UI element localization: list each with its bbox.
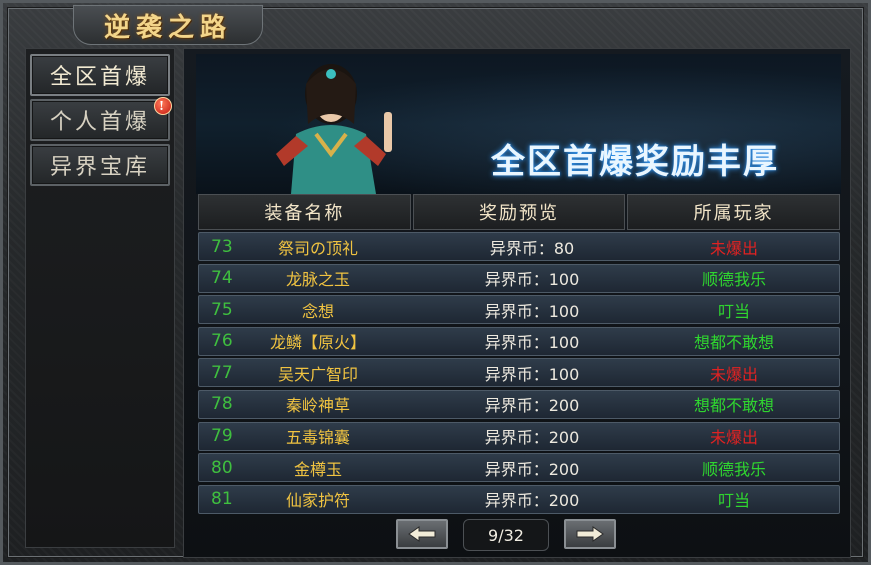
sidebar-item-server-first-drop[interactable]: 全区首爆	[30, 54, 170, 96]
owner-player: 顺德我乐	[701, 459, 766, 479]
sidebar-item-label: 全区首爆	[49, 65, 150, 90]
item-name: 吴天广智印	[277, 364, 358, 384]
item-name: 祭司の顶礼	[277, 238, 358, 258]
arrow-left-icon	[408, 526, 436, 542]
next-page-button[interactable]	[564, 519, 616, 549]
column-header-item-name: 装备名称	[198, 194, 411, 230]
column-header-owner: 所属玩家	[627, 194, 841, 230]
table-header: 装备名称 奖励预览 所属玩家	[198, 194, 841, 230]
sidebar-item-label: 个人首爆	[49, 110, 150, 135]
table-row: 75 念想 异界币：100 叮当	[198, 295, 840, 325]
owner-player: 想都不敢想	[693, 333, 774, 353]
column-header-reward-preview: 奖励预览	[412, 194, 626, 230]
table-row: 79 五毒锦囊 异界币：200 未爆出	[198, 421, 840, 451]
item-name: 仙家护符	[285, 491, 350, 511]
alert-badge-icon: !	[154, 97, 172, 115]
table-row: 73 祭司の顶礼 异界币：80 未爆出	[198, 232, 840, 261]
owner-player: 未爆出	[709, 364, 758, 384]
sidebar-item-otherworld-treasury[interactable]: 异界宝库	[30, 144, 170, 186]
reward-preview: 异界币：80	[489, 238, 575, 258]
reward-preview: 异界币：200	[484, 396, 580, 416]
table-row: 77 吴天广智印 异界币：100 未爆出	[198, 358, 840, 388]
item-name: 龙脉之玉	[285, 270, 350, 290]
table-row: 80 金樽玉 异界币：200 顺德我乐	[198, 453, 840, 483]
window-frame: 逆袭之路 全区首爆 个人首爆 ! 异界宝库 全区首爆奖励丰厚 装备名称 奖励预览…	[0, 0, 871, 565]
owner-player: 顺德我乐	[701, 270, 766, 290]
table-row: 81 仙家护符 异界币：200 叮当	[198, 484, 840, 514]
owner-player: 想都不敢想	[693, 396, 774, 416]
owner-player: 未爆出	[709, 238, 758, 258]
reward-preview: 异界币：100	[484, 364, 580, 384]
banner-slogan: 全区首爆奖励丰厚	[491, 142, 779, 182]
sidebar-item-label: 异界宝库	[49, 155, 150, 180]
banner: 全区首爆奖励丰厚	[196, 54, 841, 194]
reward-preview: 异界币：200	[484, 459, 580, 479]
sidebar-item-personal-first-drop[interactable]: 个人首爆 !	[30, 97, 172, 141]
arrow-right-icon	[576, 526, 604, 542]
main-content: 全区首爆奖励丰厚 装备名称 奖励预览 所属玩家 73 祭司の顶礼 异界币：80 …	[183, 48, 851, 558]
owner-player: 叮当	[717, 491, 750, 511]
table-row: 74 龙脉之玉 异界币：100 顺德我乐	[198, 263, 840, 293]
owner-player: 未爆出	[709, 428, 758, 448]
item-name: 龙鳞【原火】	[269, 333, 366, 353]
reward-preview: 异界币：200	[484, 491, 580, 511]
reward-preview: 异界币：100	[484, 270, 580, 290]
owner-player: 叮当	[717, 301, 750, 321]
window-title: 逆袭之路	[103, 12, 232, 43]
item-name: 五毒锦囊	[285, 428, 350, 448]
previous-page-button[interactable]	[396, 519, 448, 549]
reward-preview: 异界币：100	[484, 301, 580, 321]
item-name: 金樽玉	[293, 459, 342, 479]
drop-table: 73 祭司の顶礼 异界币：80 未爆出 74 龙脉之玉 异界币：100 顺德我乐…	[198, 232, 840, 516]
pagination: 9/32	[396, 519, 636, 551]
page-indicator: 9/32	[463, 519, 549, 551]
reward-preview: 异界币：200	[484, 428, 580, 448]
sidebar: 全区首爆 个人首爆 ! 异界宝库	[25, 48, 175, 548]
item-name: 念想	[301, 301, 334, 321]
table-row: 78 秦岭神草 异界币：200 想都不敢想	[198, 389, 840, 419]
item-name: 秦岭神草	[285, 396, 350, 416]
title-bar: 逆袭之路	[73, 5, 263, 45]
table-row: 76 龙鳞【原火】 异界币：100 想都不敢想	[198, 326, 840, 356]
heroine-illustration	[276, 64, 392, 194]
reward-preview: 异界币：100	[484, 333, 580, 353]
